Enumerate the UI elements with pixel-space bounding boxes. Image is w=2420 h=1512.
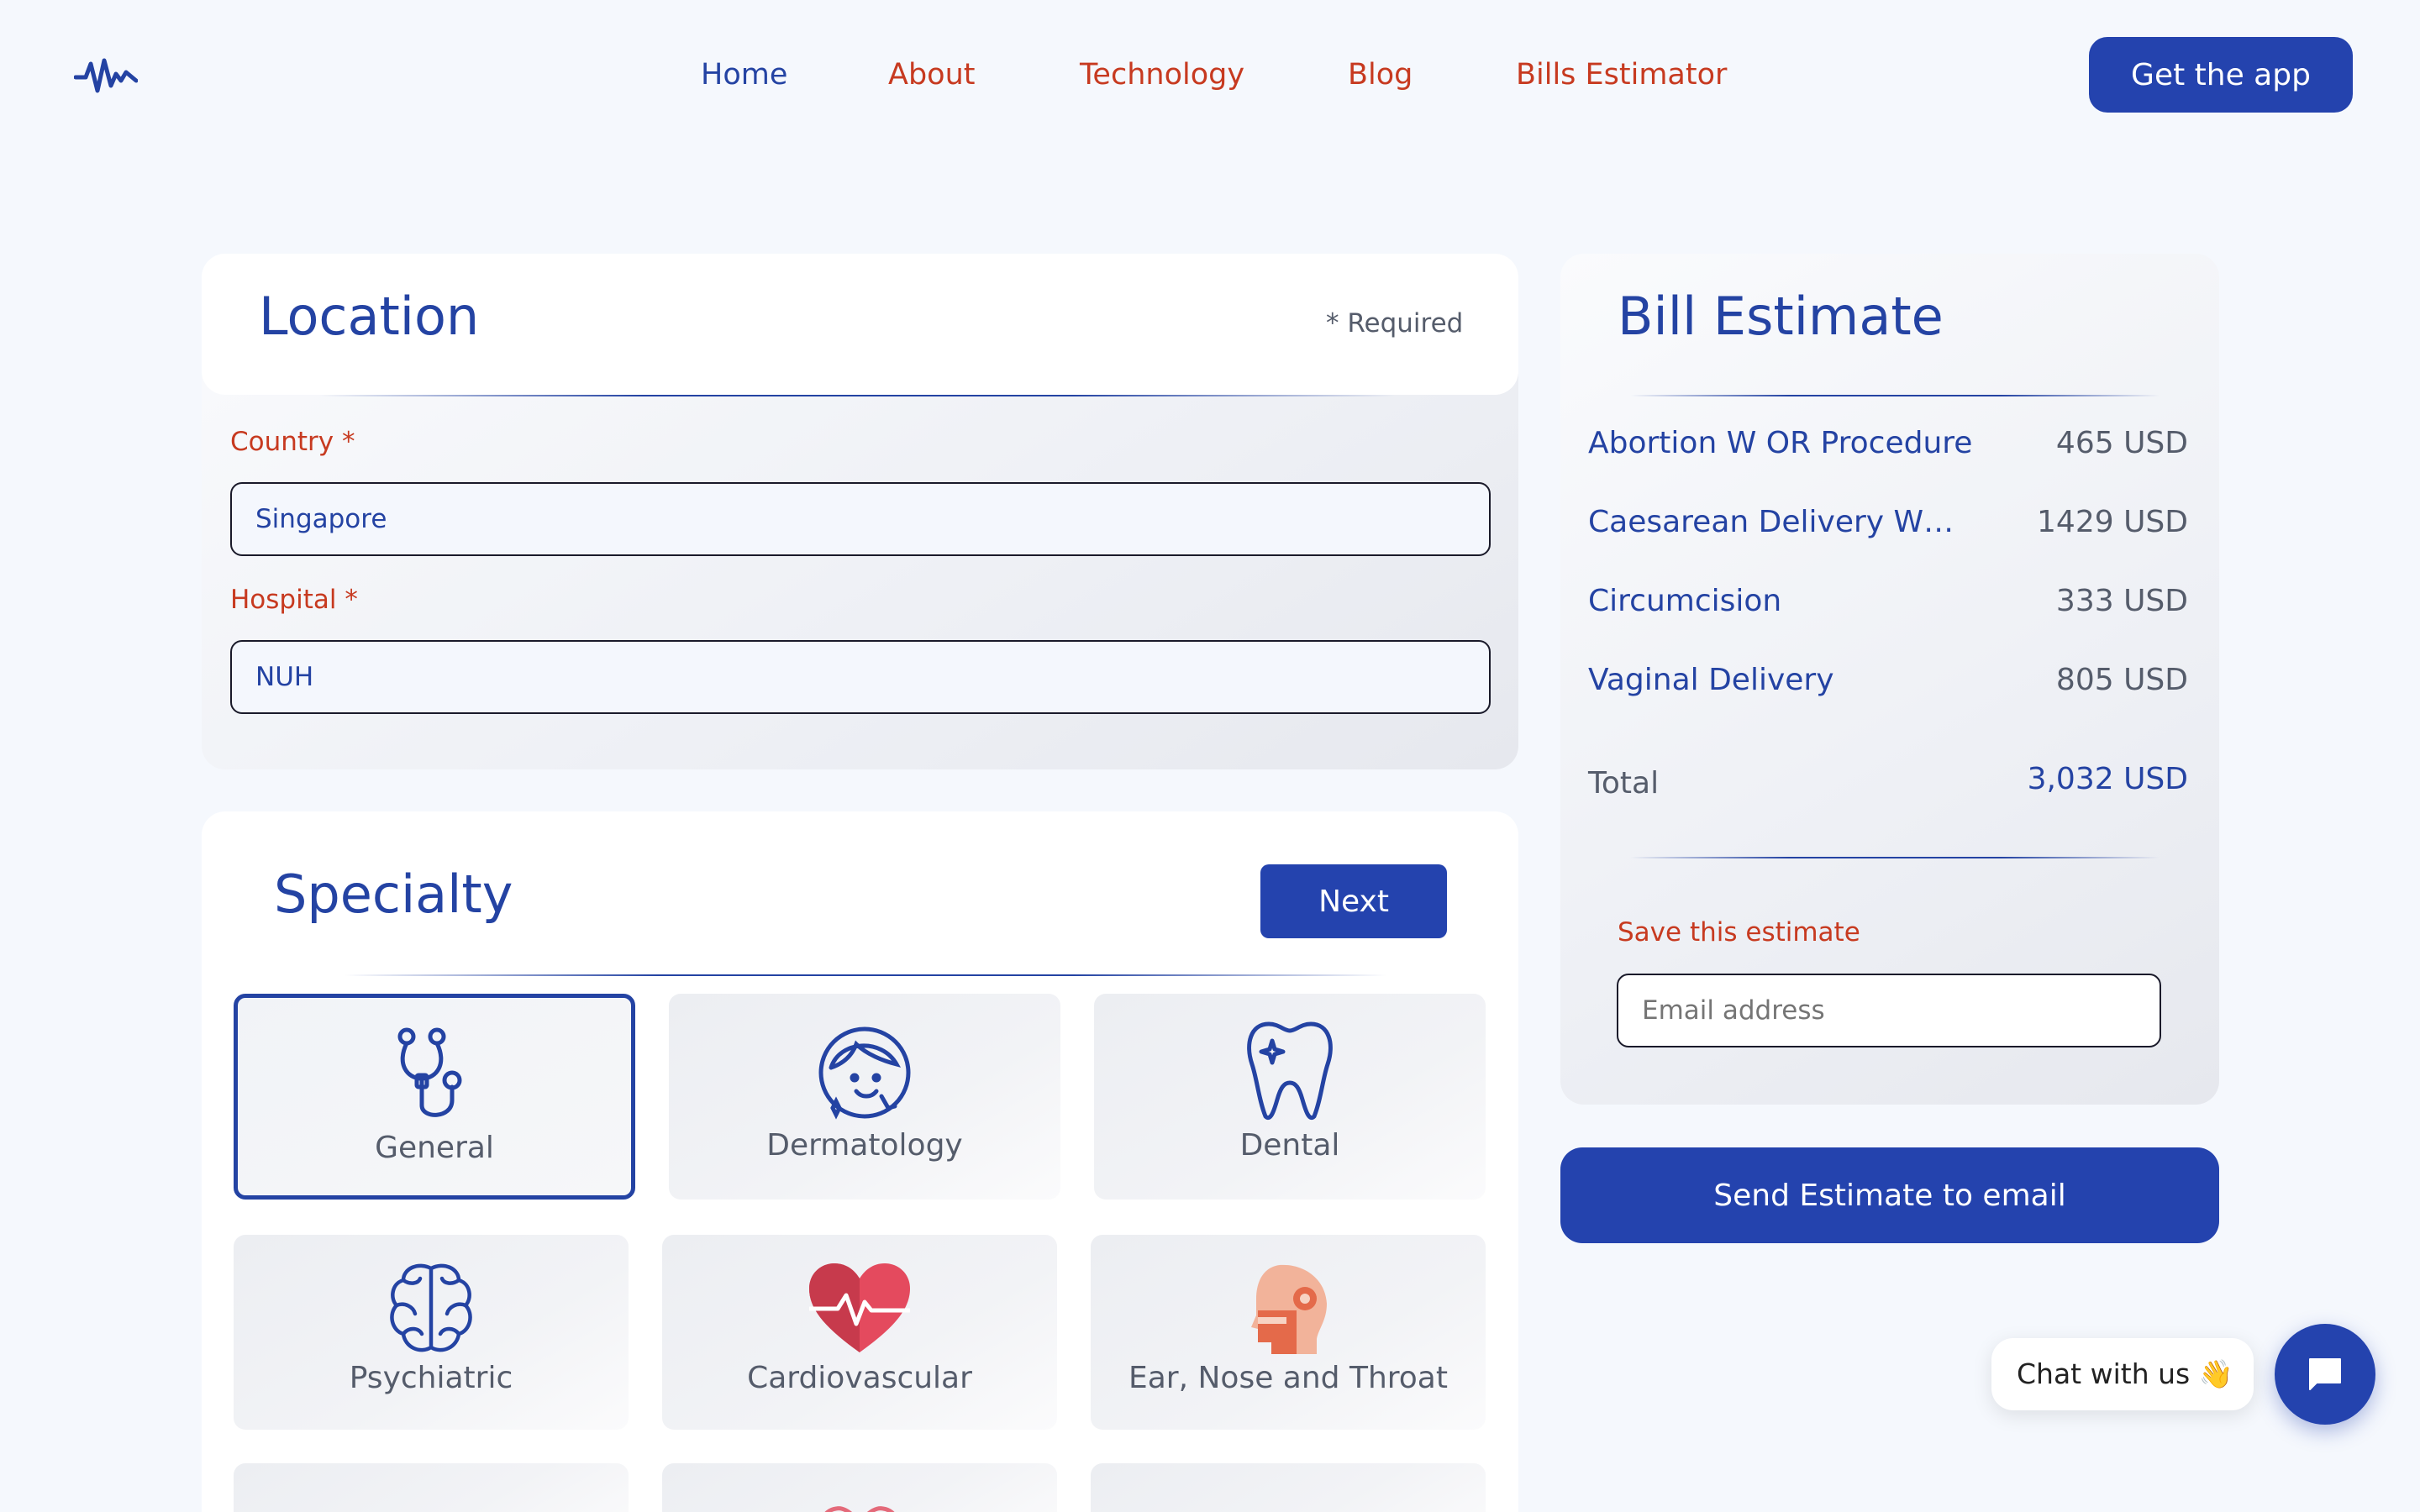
face-icon [818, 1026, 911, 1120]
nav-technology-link[interactable]: Technology [1080, 54, 1244, 96]
nav-blog-link[interactable]: Blog [1348, 54, 1413, 96]
total-label: Total [1588, 766, 1660, 801]
specialty-label: Ear, Nose and Throat [1128, 1361, 1448, 1395]
nav-home-link[interactable]: Home [701, 54, 787, 96]
specialty-tile-ent[interactable]: Ear, Nose and Throat [1091, 1235, 1486, 1430]
send-estimate-button[interactable]: Send Estimate to email [1560, 1147, 2219, 1243]
bill-item-name: Vaginal Delivery [1588, 663, 1834, 697]
specialty-label: Dental [1239, 1128, 1340, 1163]
specialty-label: Dermatology [766, 1128, 963, 1163]
specialty-tile-general[interactable]: General [234, 994, 635, 1200]
bill-item-name: Circumcision [1588, 584, 1782, 618]
chat-icon [2309, 1358, 2341, 1390]
bill-item-name: Abortion W OR Procedure [1588, 426, 1973, 460]
specialty-tile[interactable] [1091, 1463, 1486, 1512]
specialty-label: General [375, 1131, 494, 1165]
chat-launcher-button[interactable] [2275, 1324, 2375, 1425]
tooth-icon [1247, 1021, 1333, 1120]
specialty-tile[interactable] [662, 1463, 1057, 1512]
specialty-tile-dental[interactable]: Dental [1094, 994, 1486, 1200]
specialty-tile[interactable] [234, 1463, 629, 1512]
head-ent-icon [1251, 1264, 1327, 1354]
specialty-tile-cardiovascular[interactable]: Cardiovascular [662, 1235, 1057, 1430]
specialty-label: Psychiatric [349, 1361, 513, 1395]
bill-item-amount: 333 USD [2055, 584, 2188, 618]
location-title: Location [259, 286, 480, 347]
bill-item-name: Caesarean Delivery W… [1588, 505, 1954, 539]
bill-item-amount: 1429 USD [2037, 505, 2188, 539]
bill-item-amount: 465 USD [2055, 426, 2188, 460]
location-divider [319, 395, 1395, 396]
next-button[interactable]: Next [1260, 864, 1447, 938]
nav-about-link[interactable]: About [888, 54, 975, 96]
country-field[interactable] [230, 482, 1491, 556]
hospital-field[interactable] [230, 640, 1491, 714]
get-the-app-button[interactable]: Get the app [2089, 37, 2353, 113]
heart-icon [809, 1263, 910, 1352]
specialty-tile-psychiatric[interactable]: Psychiatric [234, 1235, 629, 1430]
save-estimate-label: Save this estimate [1618, 917, 1860, 948]
brain-icon [390, 1263, 472, 1352]
email-field[interactable] [1617, 974, 2161, 1047]
chat-with-us-bubble[interactable]: Chat with us 👋 [1991, 1338, 2254, 1410]
specialty-label: Cardiovascular [747, 1361, 972, 1395]
bill-divider-top [1630, 395, 2160, 396]
stethoscope-icon [397, 1027, 462, 1117]
specialty-title: Specialty [274, 864, 513, 925]
bill-item-amount: 805 USD [2055, 663, 2188, 697]
specialty-divider [345, 974, 1386, 976]
bill-estimate-title: Bill Estimate [1618, 286, 1944, 347]
country-label: Country * [230, 427, 355, 457]
total-value: 3,032 USD [2027, 762, 2188, 796]
main-nav: Home About Technology Blog Bills Estimat… [0, 54, 2420, 96]
bill-divider-bottom [1630, 857, 2160, 858]
organ-icon [824, 1506, 895, 1512]
required-note: * Required [1326, 308, 1464, 339]
nav-bills-estimator-link[interactable]: Bills Estimator [1516, 54, 1727, 96]
hospital-label: Hospital * [230, 585, 358, 615]
specialty-tile-dermatology[interactable]: Dermatology [669, 994, 1060, 1200]
